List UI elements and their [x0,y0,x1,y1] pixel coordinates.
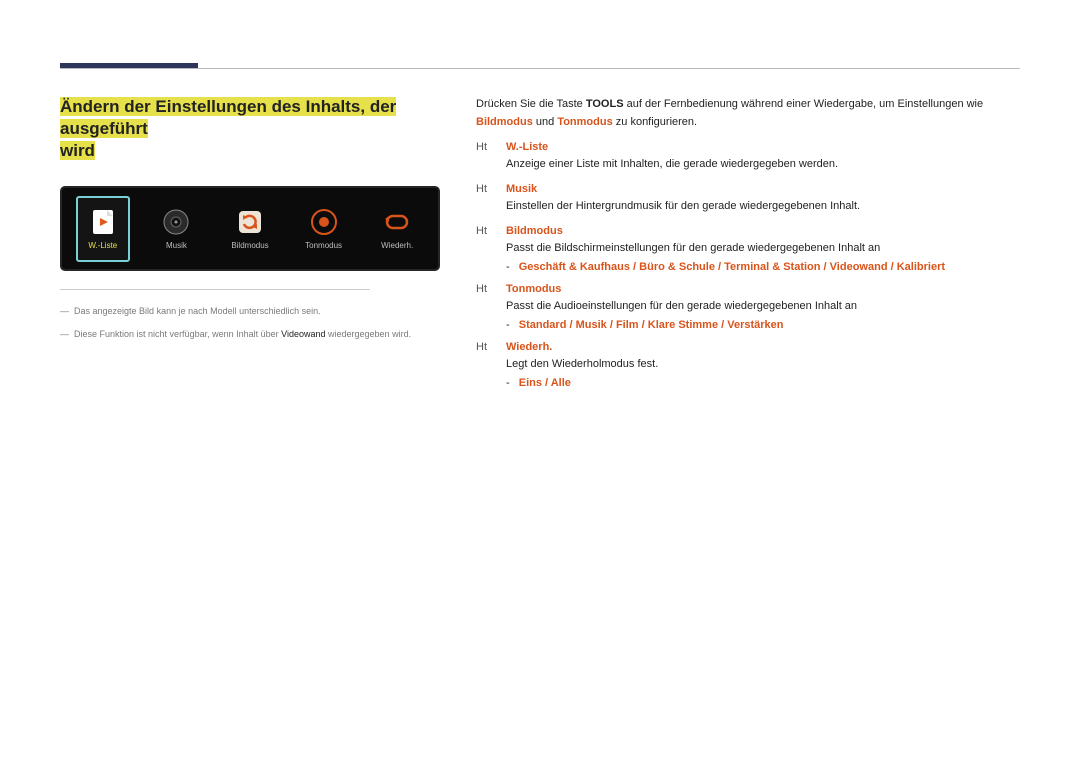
bullet-ht: Ht [476,183,492,195]
device-preview: W.-Liste Musik Bildmodus [60,186,440,271]
repeat-icon [382,207,412,237]
item-desc: Anzeige einer Liste mit Inhalten, die ge… [506,156,1020,173]
item-wiederh: Ht Wiederh. Legt den Wiederholmodus fest.… [476,341,1020,389]
item-tonmodus: Ht Tonmodus Passt die Audioeinstellungen … [476,283,1020,331]
bullet-ht: Ht [476,141,492,153]
item-desc: Einstellen der Hintergrundmusik für den … [506,198,1020,215]
footnote-2: ― Diese Funktion ist nicht verfügbar, we… [60,327,440,341]
item-options: - Eins / Alle [506,377,1020,389]
tile-wiederh[interactable]: Wiederh. [370,196,424,262]
item-title: Musik [506,183,537,195]
footnote-1: ― Das angezeigte Bild kann je nach Model… [60,304,440,318]
bullet-ht: Ht [476,225,492,237]
tile-bildmodus[interactable]: Bildmodus [223,196,277,262]
item-wliste: Ht W.-Liste Anzeige einer Liste mit Inhal… [476,141,1020,173]
item-options: - Standard / Musik / Film / Klare Stimme… [506,319,1020,331]
tile-label: Bildmodus [231,241,268,250]
refresh-icon [235,207,265,237]
intro-text: Drücken Sie die Taste TOOLS auf der Fern… [476,96,1020,131]
item-desc: Passt die Audioeinstellungen für den ger… [506,298,1020,315]
item-musik: Ht Musik Einstellen der Hintergrundmusik … [476,183,1020,215]
item-desc: Passt die Bildschirmeinstellungen für de… [506,240,1020,257]
bullet-ht: Ht [476,341,492,353]
item-title: Wiederh. [506,341,552,353]
tile-label: Tonmodus [305,241,342,250]
tile-label: Wiederh. [381,241,413,250]
play-file-icon [88,207,118,237]
tile-musik[interactable]: Musik [150,196,204,262]
record-icon [309,207,339,237]
disc-icon [161,207,191,237]
item-title: Tonmodus [506,283,561,295]
item-bildmodus: Ht Bildmodus Passt die Bildschirmeinstell… [476,225,1020,273]
tile-wliste[interactable]: W.-Liste [76,196,130,262]
divider [60,289,370,290]
header-divider [60,68,1020,69]
item-options: - Geschäft & Kaufhaus / Büro & Schule / … [506,261,1020,273]
item-title: Bildmodus [506,225,563,237]
tile-label: Musik [166,241,187,250]
tile-label: W.-Liste [88,241,117,250]
page-title: Ändern der Einstellungen des Inhalts, de… [60,96,440,162]
item-desc: Legt den Wiederholmodus fest. [506,356,1020,373]
bullet-ht: Ht [476,283,492,295]
item-title: W.-Liste [506,141,548,153]
tile-tonmodus[interactable]: Tonmodus [297,196,351,262]
